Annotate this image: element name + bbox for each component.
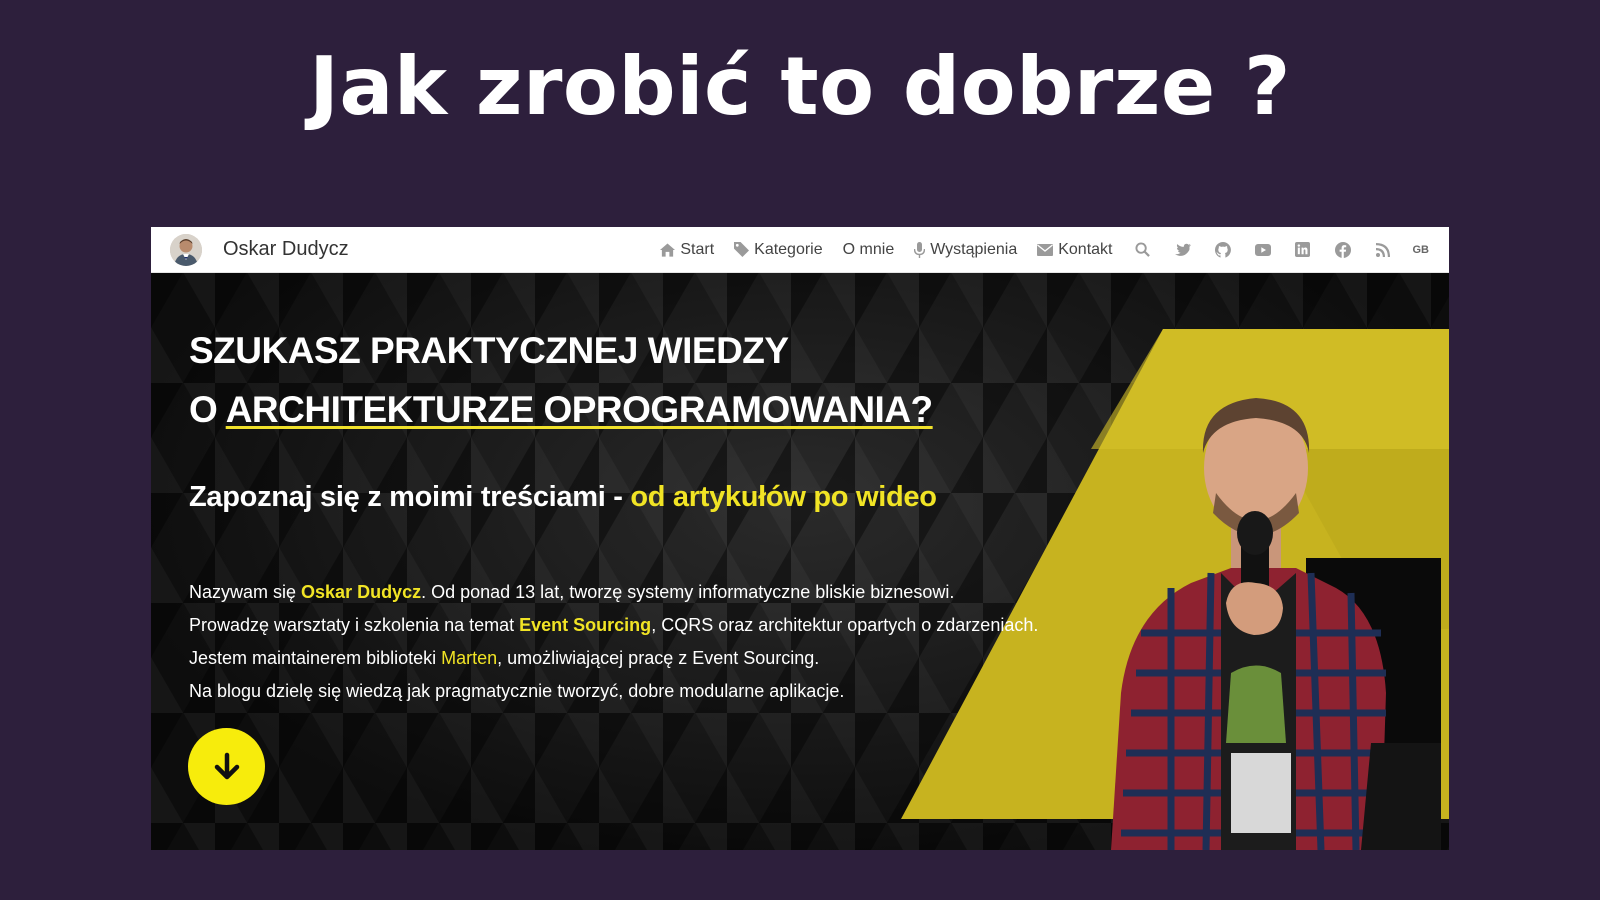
github-link[interactable]	[1213, 240, 1233, 260]
intro-text: Nazywam się	[189, 582, 302, 602]
intro-line-4: Na blogu dzielę się wiedzą jak pragmatyc…	[189, 681, 845, 701]
arrow-down-icon	[214, 752, 239, 779]
tag-icon	[734, 242, 750, 257]
event-sourcing-link[interactable]: Event Sourcing	[519, 615, 651, 635]
nav-item-label: Kategorie	[754, 240, 823, 258]
headline-line-2: O ARCHITEKTURZE OPROGRAMOWANIA?	[189, 380, 933, 439]
site-brand[interactable]: Oskar Dudycz	[223, 238, 349, 261]
language-switch[interactable]: GB	[1413, 244, 1430, 256]
website-screenshot: Oskar Dudycz Start Kategorie O mnie Wyst…	[151, 227, 1449, 850]
navbar: Oskar Dudycz Start Kategorie O mnie Wyst…	[151, 227, 1449, 273]
intro-line-2: Prowadzę warsztaty i szkolenia na temat …	[189, 609, 1038, 642]
github-icon	[1214, 241, 1231, 258]
slide-title: Jak zrobić to dobrze ?	[309, 40, 1291, 133]
subheadline-white: Zapoznaj się z moimi treściami -	[189, 481, 631, 513]
nav-item-kategorie[interactable]: Kategorie	[734, 241, 823, 259]
nav-item-label: Start	[680, 240, 715, 258]
search-icon	[1135, 242, 1150, 257]
twitter-link[interactable]	[1173, 240, 1193, 260]
intro-text: Jestem maintainerem biblioteki	[189, 648, 442, 668]
youtube-link[interactable]	[1253, 240, 1273, 260]
headline-line-1: SZUKASZ PRAKTYCZNEJ WIEDZY	[189, 330, 789, 371]
avatar[interactable]	[170, 233, 202, 266]
home-icon	[660, 242, 676, 257]
headline-prefix: O	[189, 389, 226, 430]
envelope-icon	[1037, 243, 1054, 256]
facebook-link[interactable]	[1333, 240, 1353, 260]
intro-line-3: Jestem maintainerem biblioteki Marten, u…	[189, 642, 1038, 675]
intro-text: Prowadzę warsztaty i szkolenia na temat	[189, 615, 520, 635]
intro-text: , CQRS oraz architektur opartych o zdarz…	[651, 615, 1039, 635]
scroll-down-button[interactable]	[188, 728, 265, 805]
facebook-icon	[1334, 241, 1351, 258]
nav-item-label: O mnie	[842, 240, 895, 258]
linkedin-link[interactable]	[1293, 240, 1313, 260]
main-menu: Start Kategorie O mnie Wystąpienia Konta…	[640, 240, 1449, 260]
nav-item-kontakt[interactable]: Kontakt	[1037, 240, 1113, 259]
intro-text: . Od ponad 13 lat, tworzę systemy inform…	[421, 582, 955, 602]
intro-text: , umożliwiającej pracę z Event Sourcing.	[497, 648, 820, 668]
author-name-highlight: Oskar Dudycz	[301, 582, 422, 602]
nav-item-wystapienia[interactable]: Wystąpienia	[914, 241, 1017, 259]
hero-subheadline: Zapoznaj się z moimi treściami - od arty…	[189, 481, 937, 514]
marten-link[interactable]: Marten	[441, 648, 497, 668]
intro-paragraph: Nazywam się Oskar Dudycz. Od ponad 13 la…	[189, 576, 1038, 708]
rss-link[interactable]	[1373, 240, 1393, 260]
nav-item-o-mnie[interactable]: O mnie	[843, 241, 895, 259]
search-button[interactable]	[1133, 240, 1153, 260]
hero-headline: SZUKASZ PRAKTYCZNEJ WIEDZY O ARCHITEKTUR…	[189, 321, 933, 439]
speaker-photo	[1111, 398, 1441, 850]
intro-line-1: Nazywam się Oskar Dudycz. Od ponad 13 la…	[189, 576, 1038, 609]
youtube-icon	[1254, 243, 1271, 256]
nav-item-start[interactable]: Start	[660, 241, 714, 259]
linkedin-icon	[1295, 242, 1310, 257]
subheadline-highlight: od artykułów po wideo	[630, 481, 937, 513]
hero-section: SZUKASZ PRAKTYCZNEJ WIEDZY O ARCHITEKTUR…	[151, 273, 1449, 850]
architecture-link[interactable]: ARCHITEKTURZE OPROGRAMOWANIA?	[226, 389, 933, 430]
rss-icon	[1375, 242, 1390, 257]
microphone-icon	[914, 241, 926, 258]
nav-item-label: Wystąpienia	[930, 240, 1018, 258]
twitter-icon	[1174, 243, 1191, 256]
nav-item-label: Kontakt	[1058, 240, 1113, 258]
